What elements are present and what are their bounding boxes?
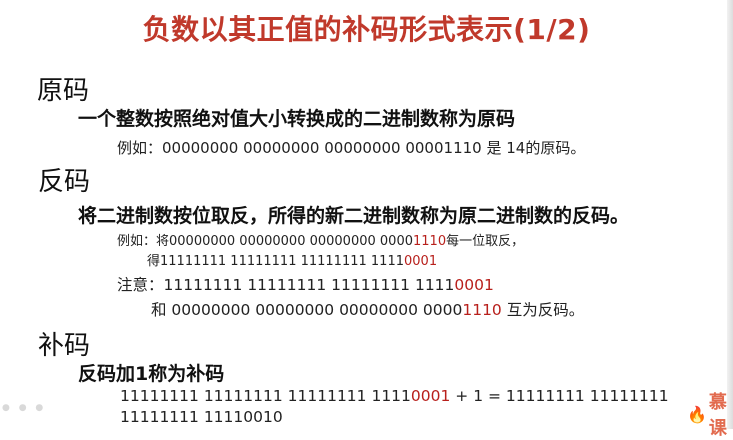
- buma-calculation-line2: 11111111 11110010: [120, 408, 283, 426]
- buma-calc-suffix: + 1 = 11111111 11111111: [450, 387, 669, 405]
- watermark-text: 慕课: [708, 392, 727, 439]
- fanma-example-line2-highlight: 0001: [404, 254, 438, 269]
- flame-icon: 🔥: [687, 404, 707, 424]
- buma-calc-prefix: 11111111 11111111 11111111 1111: [120, 387, 411, 405]
- fanma-example-line1-highlight: 1110: [413, 234, 447, 249]
- section-heading-yuanma: 原码: [37, 76, 90, 106]
- slide-nav-dots: ● ● ●: [2, 403, 47, 413]
- fanma-example-line2-prefix: 得11111111 11111111 11111111 1111: [147, 254, 404, 269]
- right-edge-bar: [727, 0, 733, 429]
- yuanma-definition: 一个整数按照绝对值大小转换成的二进制数称为原码: [78, 108, 516, 130]
- fanma-note-prefix: 注意：11111111 11111111 11111111 1111: [117, 276, 455, 294]
- buma-calculation-line1: 11111111 11111111 11111111 11110001 + 1 …: [120, 387, 669, 405]
- fanma-example-line2: 得11111111 11111111 11111111 11110001: [147, 250, 437, 269]
- fanma-example-line1-suffix: 每一位取反，: [446, 234, 525, 249]
- fanma-and-highlight: 1110: [462, 301, 502, 319]
- fanma-and-line: 和 00000000 00000000 00000000 00001110 互为…: [151, 298, 584, 320]
- buma-definition: 反码加1称为补码: [78, 363, 225, 385]
- fanma-and-suffix: 互为反码。: [501, 301, 585, 319]
- fanma-and-prefix: 和 00000000 00000000 00000000 0000: [151, 301, 463, 319]
- watermark: 🔥 慕课: [687, 392, 733, 439]
- slide-title: 负数以其正值的补码形式表示(1/2): [142, 13, 591, 46]
- fanma-example-line1: 例如：将00000000 00000000 00000000 00001110每…: [117, 230, 524, 249]
- fanma-note-highlight: 0001: [454, 276, 494, 294]
- yuanma-example: 例如：00000000 00000000 00000000 00001110 是…: [117, 139, 586, 157]
- slide: 负数以其正值的补码形式表示(1/2) 原码 一个整数按照绝对值大小转换成的二进制…: [0, 0, 733, 439]
- fanma-definition: 将二进制数按位取反，所得的新二进制数称为原二进制数的反码。: [78, 205, 630, 227]
- fanma-note: 注意：11111111 11111111 11111111 11110001: [117, 273, 494, 295]
- section-heading-buma: 补码: [38, 331, 91, 361]
- section-heading-fanma: 反码: [38, 167, 91, 197]
- buma-calc-highlight: 0001: [410, 387, 451, 405]
- fanma-example-line1-prefix: 例如：将00000000 00000000 00000000 0000: [117, 234, 413, 249]
